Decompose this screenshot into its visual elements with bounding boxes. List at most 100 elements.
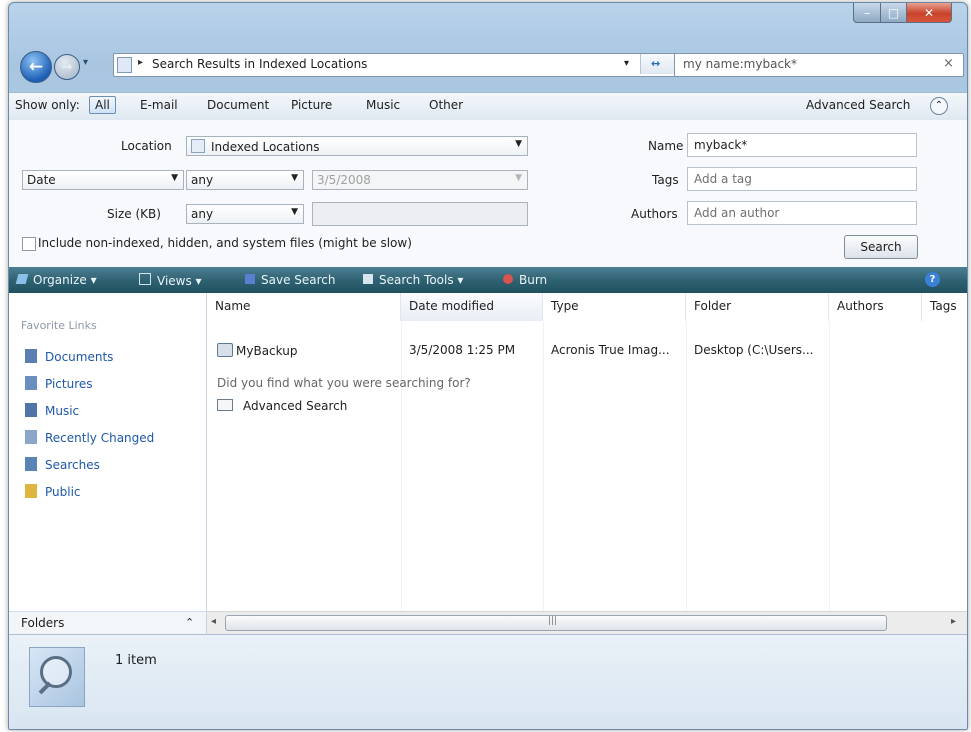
column-divider bbox=[829, 321, 830, 611]
file-name-cell: MyBackup bbox=[217, 343, 297, 358]
authors-input[interactable]: Add an author bbox=[687, 201, 917, 225]
date-value: 3/5/2008 bbox=[317, 173, 371, 187]
organize-button[interactable]: Organize ▾ bbox=[15, 273, 97, 287]
backup-file-icon bbox=[217, 343, 233, 357]
advanced-search-icon bbox=[217, 399, 233, 411]
filter-document[interactable]: Document bbox=[207, 98, 269, 112]
filter-other[interactable]: Other bbox=[429, 98, 463, 112]
nav-item-documents[interactable]: Documents bbox=[25, 349, 113, 364]
search-tools-button[interactable]: Search Tools ▾ bbox=[363, 273, 463, 287]
advanced-search-link[interactable]: Advanced Search bbox=[217, 399, 347, 413]
forward-button[interactable]: → bbox=[54, 54, 80, 80]
include-nonindexed-checkbox[interactable] bbox=[22, 237, 36, 251]
include-nonindexed-label: Include non-indexed, hidden, and system … bbox=[38, 236, 412, 250]
advanced-search-pane: Location Indexed Locations ▼ Date ▼ any ▼ … bbox=[9, 120, 967, 267]
column-header-authors[interactable]: Authors bbox=[829, 293, 922, 321]
command-bar: Organize ▾ Views ▾ Save Search Search To… bbox=[9, 267, 967, 294]
burn-icon bbox=[503, 274, 513, 284]
tags-input[interactable]: Add a tag bbox=[687, 167, 917, 191]
address-dropdown-icon[interactable]: ▾ bbox=[624, 58, 629, 69]
breadcrumb-separator-icon: ▸ bbox=[138, 57, 144, 68]
chevron-down-icon: ▼ bbox=[171, 173, 178, 183]
address-text[interactable]: Search Results in Indexed Locations bbox=[152, 57, 367, 71]
navigation-pane: Favorite Links Documents Pictures Music … bbox=[9, 293, 207, 635]
scroll-grip-icon: ||| bbox=[548, 616, 558, 626]
name-value: myback* bbox=[694, 138, 748, 152]
views-button[interactable]: Views ▾ bbox=[139, 273, 202, 288]
magnifier-handle bbox=[38, 681, 52, 695]
horizontal-scrollbar[interactable]: ◂ ||| ▸ bbox=[207, 611, 967, 634]
scroll-left-icon[interactable]: ◂ bbox=[211, 616, 216, 627]
location-label: Location bbox=[121, 139, 172, 153]
scroll-right-icon[interactable]: ▸ bbox=[951, 616, 956, 627]
save-search-icon bbox=[245, 274, 255, 284]
nav-item-searches[interactable]: Searches bbox=[25, 457, 100, 472]
size-value-field[interactable] bbox=[312, 202, 528, 226]
date-value-picker[interactable]: 3/5/2008 ▼ bbox=[312, 170, 528, 190]
minimize-button[interactable]: – bbox=[853, 3, 881, 23]
filter-email[interactable]: E-mail bbox=[140, 98, 178, 112]
back-button[interactable]: ← bbox=[20, 51, 52, 83]
date-operator-select[interactable]: any ▼ bbox=[186, 170, 304, 190]
chevron-down-icon: ▾ bbox=[83, 57, 89, 68]
tags-label: Tags bbox=[652, 173, 679, 187]
table-row[interactable]: MyBackup 3/5/2008 1:25 PM Acronis True I… bbox=[207, 337, 967, 361]
public-folder-icon bbox=[25, 484, 37, 498]
size-operator-value: any bbox=[191, 207, 214, 221]
address-bar[interactable]: ▸ Search Results in Indexed Locations ▾ … bbox=[113, 53, 681, 77]
advanced-search-toggle[interactable]: Advanced Search bbox=[806, 98, 910, 112]
search-input[interactable]: my name:myback* × bbox=[674, 53, 964, 77]
maximize-button[interactable]: □ bbox=[880, 3, 907, 23]
name-input[interactable]: myback* bbox=[687, 133, 917, 157]
save-search-label: Save Search bbox=[261, 273, 336, 287]
authors-label: Authors bbox=[631, 207, 678, 221]
date-field-value: Date bbox=[27, 173, 56, 187]
organize-label: Organize bbox=[33, 273, 87, 287]
burn-button[interactable]: Burn bbox=[503, 273, 547, 287]
refresh-icon: ↔ bbox=[651, 57, 661, 70]
scroll-thumb[interactable]: ||| bbox=[225, 615, 887, 631]
close-button[interactable]: ✕ bbox=[906, 3, 952, 23]
nav-item-music[interactable]: Music bbox=[25, 403, 79, 418]
filter-all[interactable]: All bbox=[89, 96, 116, 114]
organize-icon bbox=[15, 274, 29, 284]
authors-placeholder: Add an author bbox=[694, 206, 780, 220]
nav-item-public[interactable]: Public bbox=[25, 484, 81, 499]
nav-item-pictures[interactable]: Pictures bbox=[25, 376, 93, 391]
filter-music[interactable]: Music bbox=[366, 98, 400, 112]
column-divider bbox=[401, 321, 402, 611]
column-header-folder[interactable]: Folder bbox=[686, 293, 829, 321]
show-only-label: Show only: bbox=[15, 98, 80, 112]
recent-pages-dropdown[interactable]: ▾ bbox=[83, 57, 88, 68]
column-header-date-modified[interactable]: Date modified bbox=[401, 293, 543, 321]
column-header-name[interactable]: Name bbox=[207, 293, 401, 321]
clear-search-icon[interactable]: × bbox=[943, 56, 954, 71]
views-icon bbox=[139, 273, 151, 285]
location-select[interactable]: Indexed Locations ▼ bbox=[186, 136, 528, 156]
folders-expand-icon[interactable]: ⌃ bbox=[185, 616, 194, 629]
nav-item-label: Searches bbox=[45, 458, 100, 472]
nav-item-recently-changed[interactable]: Recently Changed bbox=[25, 430, 154, 445]
search-button[interactable]: Search bbox=[844, 235, 918, 259]
nav-item-label: Public bbox=[45, 485, 81, 499]
back-arrow-icon: ← bbox=[28, 57, 44, 77]
collapse-icon[interactable]: ⌃ bbox=[930, 97, 948, 115]
nav-item-label: Recently Changed bbox=[45, 431, 155, 445]
search-prompt-text: Did you find what you were searching for… bbox=[217, 376, 471, 390]
save-search-button[interactable]: Save Search bbox=[245, 273, 336, 287]
views-label: Views bbox=[157, 274, 192, 288]
file-name: MyBackup bbox=[236, 344, 298, 358]
size-operator-select[interactable]: any ▼ bbox=[186, 204, 304, 224]
help-icon[interactable]: ? bbox=[925, 272, 940, 287]
maximize-icon: □ bbox=[887, 5, 900, 20]
favorite-links-header: Favorite Links bbox=[21, 319, 97, 332]
location-value: Indexed Locations bbox=[211, 140, 320, 154]
filter-picture[interactable]: Picture bbox=[291, 98, 332, 112]
column-header-tags[interactable]: Tags bbox=[922, 293, 967, 321]
column-header-type[interactable]: Type bbox=[543, 293, 686, 321]
date-field-select[interactable]: Date ▼ bbox=[22, 170, 184, 190]
item-count: 1 item bbox=[115, 653, 157, 668]
documents-icon bbox=[25, 349, 37, 363]
chevron-down-icon: ▼ bbox=[291, 173, 298, 183]
folders-bar[interactable]: Folders ⌃ bbox=[9, 611, 206, 635]
